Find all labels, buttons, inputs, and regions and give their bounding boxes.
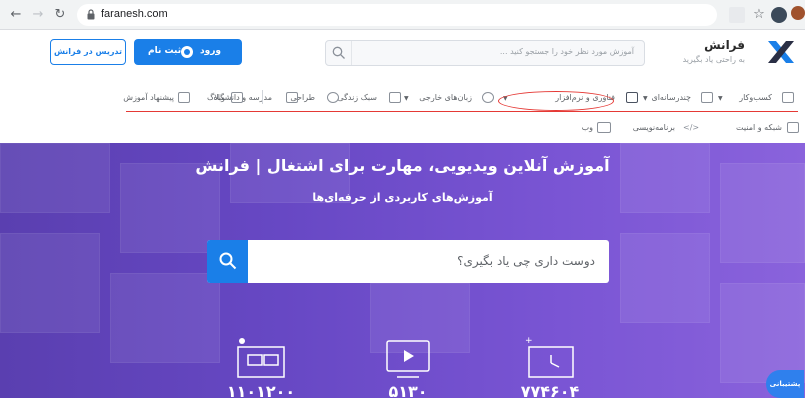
- category-programming[interactable]: برنامه‌نویسی: [633, 123, 675, 132]
- category-lifestyle[interactable]: سبک زندگی: [337, 93, 377, 102]
- media-icon: [701, 92, 713, 103]
- address-bar[interactable]: faranesh.com: [77, 4, 717, 26]
- chevron-down-icon[interactable]: ▼: [718, 95, 723, 102]
- monitor-icon: [626, 92, 638, 103]
- nav-suggest[interactable]: پیشنهاد آموزش: [123, 93, 174, 102]
- extension-icon[interactable]: [771, 7, 787, 23]
- category-network[interactable]: شبکه و امنیت: [736, 123, 782, 132]
- stat-learners: ۱۱۰۱۲۰۰: [226, 382, 296, 401]
- hero-search-button[interactable]: [207, 240, 248, 283]
- register-label[interactable]: ثبت نام: [148, 46, 181, 56]
- chevron-down-icon[interactable]: ▼: [404, 95, 409, 102]
- header-search-input[interactable]: آموزش مورد نظر خود را جستجو کنید ...: [325, 40, 645, 66]
- avatar[interactable]: [791, 6, 805, 20]
- faranesh-logo-icon[interactable]: [768, 41, 794, 63]
- search-icon: [332, 46, 345, 59]
- background-tile: [720, 283, 805, 383]
- teach-button[interactable]: تدریس در فرانش: [50, 39, 126, 65]
- reload-icon[interactable]: ↻: [52, 7, 68, 23]
- browser-toolbar: ← → ↻ faranesh.com ☆ ✱: [0, 0, 805, 30]
- url-text: faranesh.com: [101, 8, 168, 20]
- highlight-annotation: [498, 91, 614, 111]
- search-button[interactable]: [326, 41, 352, 65]
- category-languages[interactable]: زبان‌های خارجی: [419, 93, 472, 102]
- svg-text:+: +: [525, 336, 533, 346]
- blog-icon: [231, 92, 243, 103]
- background-tile: [0, 233, 100, 333]
- background-tile: [620, 233, 710, 323]
- hours-icon: +: [525, 336, 574, 378]
- user-icon: [181, 46, 193, 58]
- category-multimedia[interactable]: چندرسانه‌ای: [651, 93, 691, 102]
- nav-divider: [262, 90, 263, 104]
- background-tile: [110, 273, 220, 363]
- nav-blog[interactable]: وبلاگ: [207, 93, 225, 102]
- forward-icon[interactable]: →: [30, 7, 46, 23]
- suggest-icon: [178, 92, 190, 103]
- stat-hours: ۷۷۴۶۰۴: [520, 382, 580, 401]
- logo-subtitle: به راحتی یاد بگیرید: [682, 55, 745, 64]
- lock-icon: [87, 9, 95, 20]
- category-business[interactable]: کسب‌وکار: [739, 93, 772, 102]
- web-icon: [597, 122, 611, 133]
- back-icon[interactable]: ←: [8, 7, 24, 23]
- stat-videos: ۵۱۳۰: [388, 382, 428, 401]
- highlight-underline: [126, 111, 798, 112]
- code-icon: </>: [683, 123, 700, 132]
- search-icon: [219, 252, 237, 270]
- palette-icon: [327, 92, 339, 103]
- network-icon: [787, 122, 799, 133]
- courses-icon: [237, 338, 285, 378]
- video-icon: [386, 340, 430, 378]
- header-search-placeholder: آموزش مورد نظر خود را جستجو کنید ...: [499, 47, 634, 56]
- globe-icon: [482, 92, 494, 103]
- category-web[interactable]: وب: [582, 123, 593, 132]
- star-icon[interactable]: ☆: [751, 7, 767, 23]
- logo-title[interactable]: فرانش: [704, 38, 745, 52]
- background-tile: [120, 163, 220, 253]
- chevron-down-icon[interactable]: ▼: [643, 95, 648, 102]
- briefcase-icon: [782, 92, 794, 103]
- hero-title: آموزش آنلاین ویدیویی، مهارت برای اشتغال …: [195, 156, 610, 175]
- hero-search-placeholder: دوست داری چی یاد بگیری؟: [457, 254, 595, 268]
- graduation-icon: [286, 92, 298, 103]
- translate-icon[interactable]: [729, 7, 745, 23]
- login-register-button[interactable]: ثبت نام ورود: [134, 39, 242, 65]
- background-tile: [720, 163, 805, 263]
- hero-subtitle: آموزش‌های کاربردی از حرفه‌ای‌ها: [312, 191, 493, 204]
- hero-search-input[interactable]: دوست داری چی یاد بگیری؟: [207, 240, 609, 283]
- support-button[interactable]: پشتیبانی: [766, 370, 804, 398]
- login-label[interactable]: ورود: [200, 46, 221, 56]
- lifestyle-icon: [389, 92, 401, 103]
